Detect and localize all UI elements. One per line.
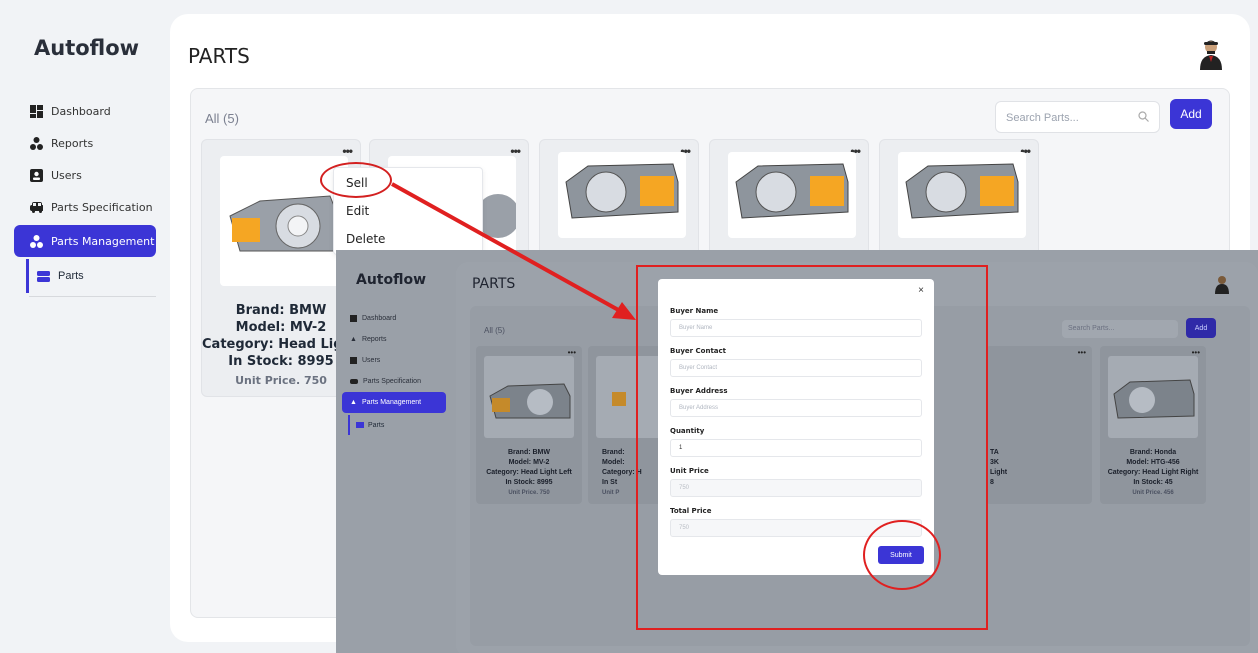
annotation-arrow-icon bbox=[391, 182, 636, 320]
